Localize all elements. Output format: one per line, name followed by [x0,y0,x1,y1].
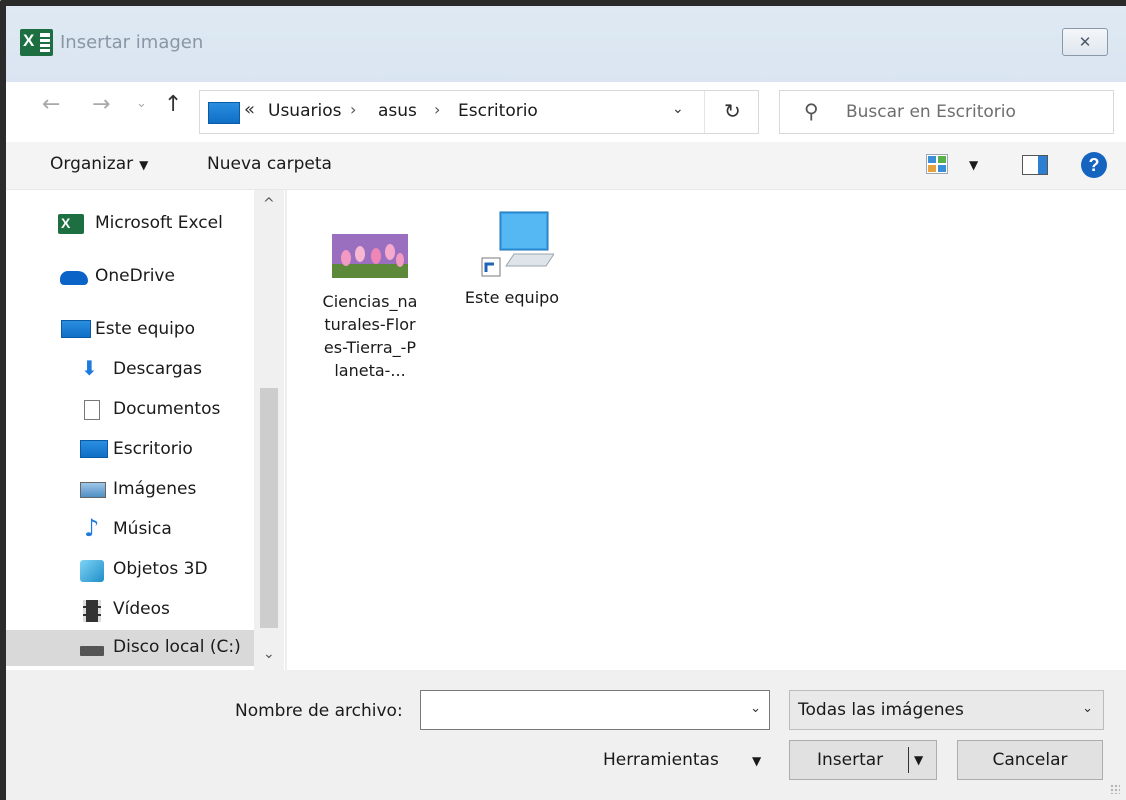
computer-icon [61,320,91,338]
sidebar-scrollbar[interactable]: ^ ⌄ [254,190,284,670]
filename-label: Nombre de archivo: [235,701,403,721]
breadcrumb-asus[interactable]: asus [378,101,417,121]
organize-label: Organizar [50,154,134,174]
insert-image-dialog: X Insertar imagen ✕ ← → ⌄ ↑ « Usuarios ›… [0,0,1126,800]
music-icon: ♪ [84,514,100,542]
sidebar-item-label: Documentos [113,399,221,419]
organize-button[interactable]: Organizar ▼ [50,154,148,174]
command-toolbar: Organizar ▼ Nueva carpeta ▼ ? [6,142,1126,190]
search-icon: ⚲ [804,99,819,123]
desktop-icon [208,102,240,124]
sidebar-item-este-equipo[interactable]: Este equipo [6,312,254,348]
forward-button[interactable]: → [92,92,110,117]
address-bar[interactable]: « Usuarios › asus › Escritorio ⌄ ↻ [199,90,759,134]
scrollbar-thumb[interactable] [260,388,278,628]
sidebar-item-label: Imágenes [113,479,197,499]
sidebar-item-label: Escritorio [113,439,193,459]
split-divider [908,747,909,773]
filename-input[interactable]: ⌄ [420,690,770,730]
file-item-ciencias-naturales[interactable]: Ciencias_naturales-Flores-Tierra_-Planet… [305,234,435,382]
file-list: Ciencias_naturales-Flores-Tierra_-Planet… [287,190,1126,670]
chevron-down-icon: ▼ [139,158,149,172]
cloud-icon [60,271,88,285]
sidebar-item-label: OneDrive [95,266,175,286]
help-icon[interactable]: ? [1081,152,1107,178]
breadcrumb-separator[interactable]: › [350,100,356,119]
sidebar-item-label: Disco local (C:) [113,637,241,657]
sidebar-item-objetos-3d[interactable]: Objetos 3D [6,552,254,588]
sidebar-item-imagenes[interactable]: Imágenes [6,472,254,508]
filename-dropdown-button[interactable]: ⌄ [750,701,761,716]
dialog-footer: Nombre de archivo: ⌄ Todas las imágenes … [6,670,1126,800]
sidebar-item-label: Microsoft Excel [95,213,223,233]
sidebar-item-microsoft-excel[interactable]: X Microsoft Excel [6,206,254,242]
resize-grip[interactable] [1110,784,1120,794]
sidebar-item-label: Descargas [113,359,202,379]
file-label: Este equipo [464,288,560,307]
drive-icon [80,646,104,656]
breadcrumb-usuarios[interactable]: Usuarios [268,101,341,121]
excel-icon: X [58,214,84,234]
image-thumbnail-icon [332,234,408,278]
sidebar-item-label: Vídeos [113,599,170,619]
cancel-button[interactable]: Cancelar [957,740,1103,780]
insert-options-button[interactable]: ▼ [914,741,923,779]
download-icon: ⬇ [81,356,98,380]
sidebar-item-disco-local[interactable]: Disco local (C:) [6,630,254,666]
recent-locations-button[interactable]: ⌄ [136,96,147,111]
scroll-down-button[interactable]: ⌄ [263,646,275,662]
desktop-icon [80,440,108,458]
up-button[interactable]: ↑ [164,92,182,117]
document-icon [84,400,100,420]
sidebar-item-label: Objetos 3D [113,559,208,579]
address-dropdown-button[interactable]: ⌄ [672,101,684,117]
view-options-button[interactable]: ▼ [969,158,978,172]
scroll-up-button[interactable]: ^ [263,196,275,212]
back-button[interactable]: ← [42,92,60,117]
breadcrumb-escritorio[interactable]: Escritorio [458,101,538,121]
chevron-down-icon: ⌄ [1082,701,1093,716]
navigation-pane: X Microsoft Excel OneDrive Este equipo ⬇… [6,190,286,670]
new-folder-button[interactable]: Nueva carpeta [207,154,332,174]
address-divider [704,91,705,133]
objects-3d-icon [80,560,104,582]
preview-pane-icon[interactable] [1022,155,1048,175]
sidebar-item-onedrive[interactable]: OneDrive [6,259,254,295]
navigation-bar: ← → ⌄ ↑ « Usuarios › asus › Escritorio ⌄… [6,82,1126,142]
sidebar-item-descargas[interactable]: ⬇ Descargas [6,352,254,388]
tools-button[interactable]: Herramientas [603,750,719,770]
refresh-button[interactable]: ↻ [724,99,741,123]
breadcrumb-separator[interactable]: › [434,100,440,119]
breadcrumb-overflow-button[interactable]: « [244,99,255,120]
file-item-este-equipo[interactable]: Este equipo [447,210,577,309]
tools-dropdown-button[interactable]: ▼ [752,754,761,768]
sidebar-item-label: Este equipo [95,319,196,339]
video-icon [83,600,101,622]
sidebar-item-label: Música [113,519,172,539]
sidebar-item-documentos[interactable]: Documentos [6,392,254,428]
excel-icon: X [20,29,53,56]
search-input[interactable]: ⚲ Buscar en Escritorio [779,90,1114,134]
window-title: Insertar imagen [60,32,204,53]
file-type-value: Todas las imágenes [798,700,964,720]
insert-label: Insertar [817,750,884,770]
search-placeholder: Buscar en Escritorio [846,102,1016,122]
insert-button[interactable]: Insertar ▼ [789,740,937,780]
sidebar-item-escritorio[interactable]: Escritorio [6,432,254,468]
sidebar-item-videos[interactable]: Vídeos [6,592,254,628]
sidebar-item-musica[interactable]: ♪ Música [6,512,254,548]
computer-shortcut-icon [481,211,554,277]
close-button[interactable]: ✕ [1062,28,1108,56]
change-view-icon[interactable] [926,154,948,174]
pictures-icon [80,482,106,498]
file-label: Ciencias_naturales-Flores-Tierra_-Planet… [322,292,418,380]
title-bar: X Insertar imagen ✕ [6,6,1126,82]
file-type-select[interactable]: Todas las imágenes ⌄ [789,690,1104,730]
